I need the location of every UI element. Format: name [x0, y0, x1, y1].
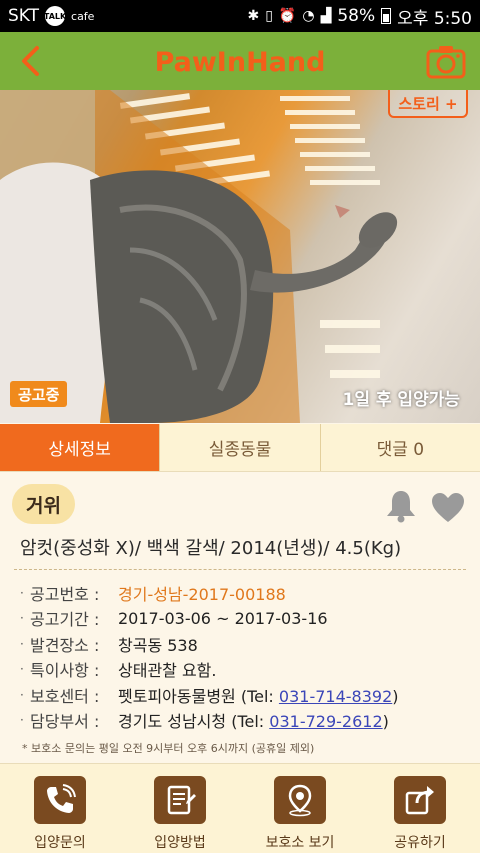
detail-label: 보호센터 :: [30, 686, 100, 706]
phone-icon: [47, 784, 76, 813]
view-shelter-button[interactable]: 보호소 보기: [240, 764, 360, 853]
detail-row-department: · 담당부서 : 경기도 성남시청 (Tel: 031-729-2612): [20, 708, 470, 734]
carrier-label: SKT: [8, 6, 40, 26]
notification-button[interactable]: [384, 488, 418, 524]
wifi-icon: ◔: [302, 8, 315, 24]
action-label: 입양문의: [34, 835, 86, 851]
detail-row-found-place: · 발견장소 : 창곡동 538: [20, 631, 470, 657]
detail-label: 공고번호 :: [30, 584, 100, 604]
department-phone-link[interactable]: 031-729-2612: [269, 712, 382, 731]
detail-value: 창곡동 538: [118, 635, 198, 655]
action-label: 입양방법: [154, 835, 206, 851]
clock: 오후 5:50: [397, 8, 472, 29]
bottom-action-bar: 입양문의 입양방법 보호소 보기 공유하기: [0, 763, 480, 853]
detail-row-notice-number: · 공고번호 : 경기-성남-2017-00188: [20, 580, 470, 606]
detail-row-shelter: · 보호센터 : 펫토피아동물병원 (Tel: 031-714-8392): [20, 682, 470, 708]
chevron-left-icon: [22, 46, 39, 76]
battery-icon: [381, 8, 392, 24]
bluetooth-icon: ✱: [247, 8, 260, 24]
detail-list: · 공고번호 : 경기-성남-2017-00188 · 공고기간 : 2017-…: [20, 580, 470, 733]
goose-photo-image: [0, 90, 398, 423]
contact-hours-note: * 보호소 문의는 평일 오전 9시부터 오후 6시까지 (공휴일 제외): [22, 742, 315, 755]
back-button[interactable]: [10, 40, 50, 82]
animal-summary: 암컷(중성화 X)/ 백색 갈색/ 2014(년생)/ 4.5(Kg): [20, 538, 402, 559]
detail-label: 특이사항 :: [30, 661, 100, 681]
app-logo: PawInHand: [155, 42, 326, 82]
detail-row-special-notes: · 특이사항 : 상태관찰 요함.: [20, 657, 470, 683]
bell-icon: [387, 491, 415, 523]
battery-percent: 58%: [337, 6, 376, 26]
share-button[interactable]: 공유하기: [360, 764, 480, 853]
action-label: 보호소 보기: [265, 835, 335, 851]
detail-value: 2017-03-06 ~ 2017-03-16: [118, 608, 328, 628]
animal-info-panel: 거위 암컷(중성화 X)/ 백색 갈색/ 2014(년생)/ 4.5(Kg) ·…: [0, 472, 480, 762]
camera-button[interactable]: [426, 43, 466, 79]
kakaotalk-icon: TALK: [44, 6, 66, 26]
tab-comments[interactable]: 댓글 0: [321, 424, 480, 471]
share-icon: [405, 786, 434, 815]
detail-row-notice-period: · 공고기간 : 2017-03-06 ~ 2017-03-16: [20, 606, 470, 632]
notice-status-badge: 공고중: [10, 381, 68, 407]
logo-text: PawInHand: [154, 46, 326, 78]
detail-label: 공고기간 :: [30, 610, 100, 630]
divider: [14, 569, 466, 570]
tab-missing-animals[interactable]: 실종동물: [160, 424, 321, 471]
detail-tabs: 상세정보 실종동물 댓글 0: [0, 424, 480, 472]
adoption-availability: 1일 후 입양가능: [342, 390, 460, 410]
map-pin-icon: [288, 784, 312, 817]
cafe-icon: cafe: [71, 9, 95, 23]
vibrate-icon: ▯: [265, 8, 273, 24]
adopt-inquiry-button[interactable]: 입양문의: [0, 764, 120, 853]
app-header: PawInHand: [0, 32, 480, 90]
detail-label: 발견장소 :: [30, 635, 100, 655]
alarm-icon: ⏰: [278, 8, 297, 24]
heart-icon: [432, 493, 464, 522]
detail-label: 담당부서 :: [30, 712, 100, 732]
status-bar: SKT TALK cafe ✱ ▯ ⏰ ◔ ▟ 58% 오후 5:50: [0, 0, 480, 32]
favorite-button[interactable]: [430, 492, 466, 524]
species-badge: 거위: [12, 484, 75, 524]
action-label: 공유하기: [394, 835, 446, 851]
detail-value: 펫토피아동물병원 (Tel: 031-714-8392): [118, 686, 399, 706]
document-icon: [167, 785, 196, 815]
detail-value: 상태관찰 요함.: [118, 661, 217, 681]
detail-value: 경기-성남-2017-00188: [118, 584, 286, 604]
signal-icon: ▟: [320, 8, 332, 24]
animal-photo[interactable]: 스토리 + 공고중 1일 후 입양가능: [0, 90, 480, 423]
camera-icon: [426, 46, 466, 79]
detail-value: 경기도 성남시청 (Tel: 031-729-2612): [118, 712, 389, 732]
story-add-button[interactable]: 스토리 +: [388, 90, 468, 118]
adopt-method-button[interactable]: 입양방법: [120, 764, 240, 853]
shelter-phone-link[interactable]: 031-714-8392: [279, 687, 392, 706]
tab-details[interactable]: 상세정보: [0, 424, 161, 471]
